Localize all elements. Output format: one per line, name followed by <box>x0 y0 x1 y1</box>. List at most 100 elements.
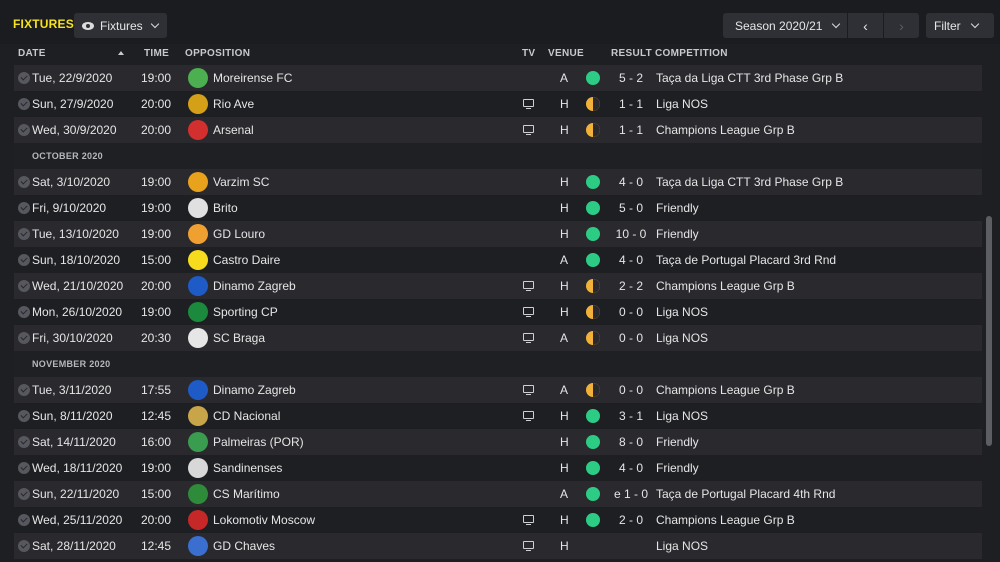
competition-link[interactable]: Liga NOS <box>656 409 708 423</box>
fixture-row[interactable]: Wed, 21/10/2020 20:00 Dinamo Zagreb H 2 - 2C… <box>14 273 982 299</box>
fixture-row[interactable]: Sun, 22/11/2020 15:00 CS Marítimo Ae 1 - 0T… <box>14 481 982 507</box>
next-season-button[interactable]: › <box>884 13 919 38</box>
opponent-link[interactable]: Moreirense FC <box>213 71 292 85</box>
fixture-score[interactable]: 10 - 0 <box>608 227 654 241</box>
competition-link[interactable]: Liga NOS <box>656 539 708 553</box>
season-label: Season 2020/21 <box>735 18 823 33</box>
competition-link[interactable]: Liga NOS <box>656 305 708 319</box>
opponent-link[interactable]: GD Chaves <box>213 539 275 553</box>
competition-link[interactable]: Champions League Grp B <box>656 123 795 137</box>
fixture-venue: H <box>560 227 569 241</box>
fixture-row[interactable]: Sat, 3/10/2020 19:00 Varzim SC H 4 - 0 Taça d… <box>14 169 982 195</box>
sort-ascending-icon <box>118 51 124 55</box>
fixture-row[interactable]: Sun, 18/10/2020 15:00 Castro Daire A 4 - 0 Ta… <box>14 247 982 273</box>
competition-link[interactable]: Champions League Grp B <box>656 383 795 397</box>
column-result[interactable]: RESULT <box>611 48 652 59</box>
opponent-link[interactable]: GD Louro <box>213 227 265 241</box>
fixture-score[interactable]: 4 - 0 <box>608 253 654 267</box>
competition-link[interactable]: Taça de Portugal Placard 4th Rnd <box>656 487 835 501</box>
opponent-link[interactable]: SC Braga <box>213 331 265 345</box>
fixture-row[interactable]: Fri, 30/10/2020 20:30 SC Braga A 0 - 0 Liga N… <box>14 325 982 351</box>
club-badge-icon <box>188 432 208 452</box>
column-tv[interactable]: TV <box>522 48 535 59</box>
fixture-score[interactable]: e 1 - 0 <box>608 487 654 501</box>
opponent-link[interactable]: Varzim SC <box>213 175 269 189</box>
club-badge-icon <box>188 94 208 114</box>
competition-link[interactable]: Friendly <box>656 461 699 475</box>
club-badge-icon <box>188 510 208 530</box>
column-venue[interactable]: VENUE <box>548 48 584 59</box>
column-competition[interactable]: COMPETITION <box>655 48 728 59</box>
fixture-row[interactable]: Fri, 9/10/2020 19:00 Brito H 5 - 0 Friendly <box>14 195 982 221</box>
opponent-link[interactable]: Brito <box>213 201 238 215</box>
competition-link[interactable]: Liga NOS <box>656 97 708 111</box>
club-badge-icon <box>188 406 208 426</box>
fixture-score[interactable]: 2 - 2 <box>608 279 654 293</box>
fixture-score[interactable]: 5 - 2 <box>608 71 654 85</box>
chevron-down-icon <box>970 19 979 29</box>
fixture-score[interactable]: 3 - 1 <box>608 409 654 423</box>
completed-check-icon <box>18 176 30 188</box>
column-date[interactable]: DATE <box>18 48 46 59</box>
fixture-score[interactable]: 4 - 0 <box>608 461 654 475</box>
fixture-row[interactable]: Wed, 30/9/2020 20:00 Arsenal H 1 - 1 Champion… <box>14 117 982 143</box>
completed-check-icon <box>18 98 30 110</box>
filter-button[interactable]: Filter <box>926 13 994 38</box>
fixture-date: Tue, 13/10/2020 <box>32 227 119 241</box>
fixture-row[interactable]: Mon, 26/10/2020 19:00 Sporting CP H 0 - 0 Lig… <box>14 299 982 325</box>
fixture-score[interactable]: 0 - 0 <box>608 383 654 397</box>
competition-link[interactable]: Friendly <box>656 435 699 449</box>
fixture-row[interactable]: Tue, 22/9/2020 19:00 Moreirense FC A 5 - 2 Ta… <box>14 65 982 91</box>
opponent-link[interactable]: CD Nacional <box>213 409 280 423</box>
view-selector-button[interactable]: Fixtures <box>74 13 167 38</box>
opponent-link[interactable]: Palmeiras (POR) <box>213 435 304 449</box>
fixture-score[interactable]: 1 - 1 <box>608 123 654 137</box>
fixture-row[interactable]: Sun, 8/11/2020 12:45 CD Nacional H 3 - 1 Liga… <box>14 403 982 429</box>
completed-check-icon <box>18 254 30 266</box>
opponent-link[interactable]: Sandinenses <box>213 461 282 475</box>
competition-link[interactable]: Taça da Liga CTT 3rd Phase Grp B <box>656 71 843 85</box>
fixture-score[interactable]: 2 - 0 <box>608 513 654 527</box>
fixture-row[interactable]: Tue, 3/11/2020 17:55 Dinamo Zagreb A 0 - 0 Ch… <box>14 377 982 403</box>
opponent-link[interactable]: Dinamo Zagreb <box>213 383 296 397</box>
opponent-link[interactable]: Castro Daire <box>213 253 280 267</box>
fixture-score[interactable]: 1 - 1 <box>608 97 654 111</box>
competition-link[interactable]: Champions League Grp B <box>656 279 795 293</box>
fixture-row[interactable]: Tue, 13/10/2020 19:00 GD Louro H 10 - 0 Frien… <box>14 221 982 247</box>
season-selector-button[interactable]: Season 2020/21 <box>723 13 847 38</box>
competition-link[interactable]: Friendly <box>656 227 699 241</box>
fixture-row[interactable]: Wed, 18/11/2020 19:00 Sandinenses H 4 - 0 Fri… <box>14 455 982 481</box>
fixture-venue: H <box>560 175 569 189</box>
result-win-icon <box>586 227 600 241</box>
chevron-down-icon <box>832 19 841 29</box>
fixture-row[interactable]: Wed, 25/11/2020 20:00 Lokomotiv Moscow H 2 -… <box>14 507 982 533</box>
fixture-score[interactable]: 0 - 0 <box>608 331 654 345</box>
opponent-link[interactable]: CS Marítimo <box>213 487 280 501</box>
opponent-link[interactable]: Lokomotiv Moscow <box>213 513 315 527</box>
competition-link[interactable]: Friendly <box>656 201 699 215</box>
scrollbar[interactable] <box>986 216 992 446</box>
opponent-link[interactable]: Dinamo Zagreb <box>213 279 296 293</box>
fixture-time: 20:00 <box>141 279 172 293</box>
previous-season-button[interactable]: ‹ <box>848 13 883 38</box>
column-time[interactable]: TIME <box>144 48 169 59</box>
competition-link[interactable]: Liga NOS <box>656 331 708 345</box>
competition-link[interactable]: Taça da Liga CTT 3rd Phase Grp B <box>656 175 843 189</box>
opponent-link[interactable]: Arsenal <box>213 123 254 137</box>
opponent-link[interactable]: Sporting CP <box>213 305 278 319</box>
column-opposition[interactable]: OPPOSITION <box>185 48 250 59</box>
fixture-date: Tue, 22/9/2020 <box>32 71 113 85</box>
fixture-time: 19:00 <box>141 227 172 241</box>
fixture-score[interactable]: 4 - 0 <box>608 175 654 189</box>
completed-check-icon <box>18 488 30 500</box>
fixture-row[interactable]: Sun, 27/9/2020 20:00 Rio Ave H 1 - 1 Liga NOS <box>14 91 982 117</box>
competition-link[interactable]: Taça de Portugal Placard 3rd Rnd <box>656 253 836 267</box>
competition-link[interactable]: Champions League Grp B <box>656 513 795 527</box>
fixture-row[interactable]: Sat, 28/11/2020 12:45 GD Chaves H Liga NOS <box>14 533 982 559</box>
fixture-score[interactable]: 5 - 0 <box>608 201 654 215</box>
opponent-link[interactable]: Rio Ave <box>213 97 254 111</box>
fixture-score[interactable]: 0 - 0 <box>608 305 654 319</box>
fixture-row[interactable]: Sat, 14/11/2020 16:00 Palmeiras (POR) H 8 - … <box>14 429 982 455</box>
tv-icon <box>523 281 534 292</box>
fixture-score[interactable]: 8 - 0 <box>608 435 654 449</box>
